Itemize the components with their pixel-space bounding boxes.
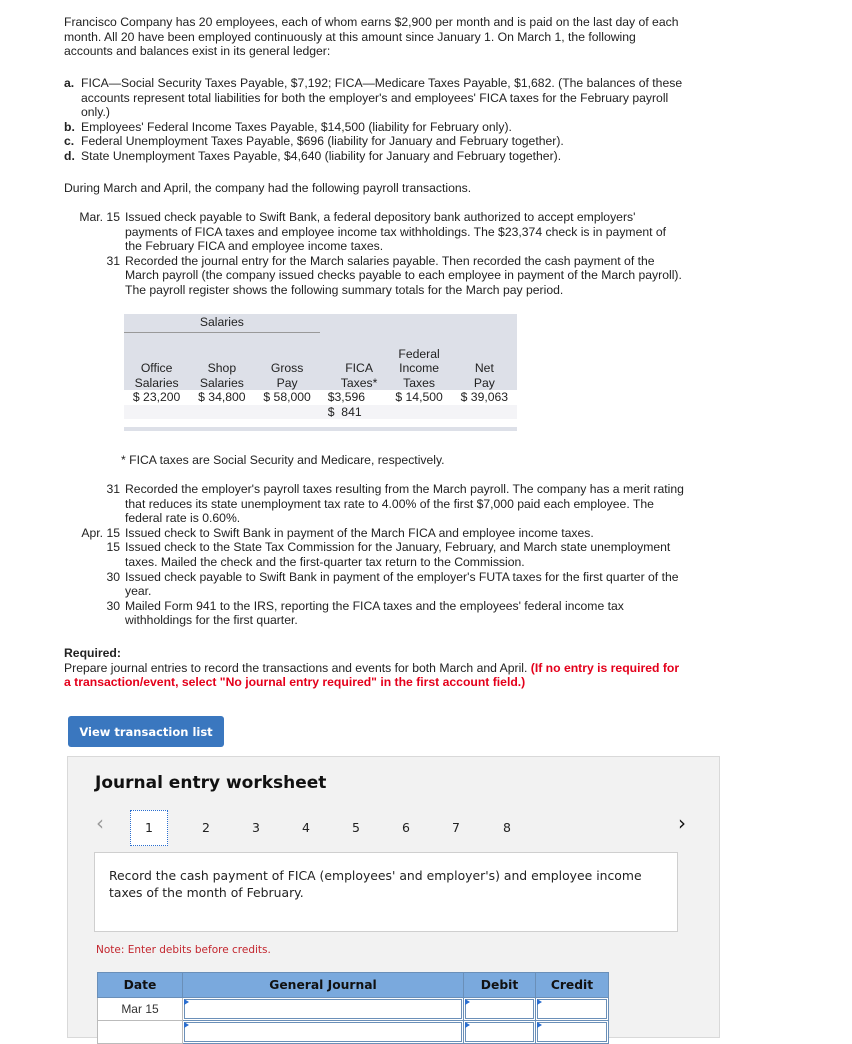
payroll-register-table: Salaries Office Salaries Shop Salaries Gro… [124, 314, 517, 431]
col-office-salaries: Office Salaries [124, 332, 190, 390]
worksheet-pager: ‹ 1 2 3 4 5 6 7 8 › [94, 810, 694, 846]
account-item: c. Federal Unemployment Taxes Payable, $6… [64, 134, 564, 149]
col-fica-taxes: FICA Taxes* [319, 332, 387, 390]
col-net-pay: Net Pay [451, 332, 517, 390]
page-tab-3[interactable]: 3 [237, 810, 275, 846]
page-tab-4[interactable]: 4 [287, 810, 325, 846]
page-tab-5[interactable]: 5 [337, 810, 375, 846]
salaries-group-header: Salaries [124, 314, 320, 333]
general-journal-table: Date General Journal Debit Credit Mar 15 [97, 972, 609, 1044]
account-item: a. FICA—Social Security Taxes Payable, $7… [64, 76, 683, 120]
account-item: b. Employees' Federal Income Taxes Payabl… [64, 119, 512, 134]
transaction-item: 31 Recorded the employer's payroll taxes … [106, 482, 684, 526]
problem-intro: Francisco Company has 20 employees, each… [64, 15, 679, 59]
required-instructions: Prepare journal entries to record the tr… [64, 660, 680, 690]
chevron-left-icon[interactable]: ‹ [96, 813, 104, 832]
account-input[interactable] [182, 997, 464, 1021]
transaction-item: 31 Recorded the journal entry for the Mar… [106, 253, 682, 297]
required-label: Required: [64, 646, 121, 660]
accounts-list: a. FICA—Social Security Taxes Payable, $7… [64, 76, 684, 164]
transaction-item: Mar. 15 Issued check payable to Swift Ban… [79, 210, 667, 254]
payroll-row: $ 841 [124, 404, 517, 419]
col-federal-income-taxes: Federal Income Taxes [386, 332, 452, 390]
credit-input[interactable] [535, 997, 609, 1021]
transactions-intro: During March and April, the company had … [64, 181, 472, 195]
transaction-description: Record the cash payment of FICA (employe… [94, 852, 678, 932]
transactions-list-b: 31 Recorded the employer's payroll taxes … [64, 482, 684, 628]
payroll-header-row: Office Salaries Shop Salaries Gross Pay FIC… [124, 332, 517, 390]
debit-input[interactable] [463, 997, 536, 1021]
transaction-item: Apr. 15 Issued check to Swift Bank in pay… [81, 525, 594, 540]
col-credit: Credit [535, 972, 609, 998]
required-section: Required: Prepare journal entries to rec… [64, 646, 684, 690]
transaction-item: 30 Issued check payable to Swift Bank in … [106, 569, 679, 599]
chevron-right-icon[interactable]: › [678, 813, 686, 832]
page-tab-1[interactable]: 1 [130, 810, 168, 846]
transaction-item: 30 Mailed Form 941 to the IRS, reporting … [106, 598, 624, 628]
col-general-journal: General Journal [182, 972, 464, 998]
page-tab-8[interactable]: 8 [488, 810, 526, 846]
worksheet-title: Journal entry worksheet [95, 773, 327, 793]
payroll-row: $ 23,200 $ 34,800 $ 58,000 $3,596 $ 14,5… [124, 390, 517, 405]
view-transaction-list-button[interactable]: View transaction list [68, 716, 224, 747]
page-tab-2[interactable]: 2 [187, 810, 225, 846]
fica-footnote: * FICA taxes are Social Security and Med… [121, 453, 445, 467]
journal-row: Mar 15 [97, 997, 609, 1021]
col-shop-salaries: Shop Salaries [189, 332, 255, 390]
col-date: Date [97, 972, 183, 998]
transactions-list-a: Mar. 15 Issued check payable to Swift Ban… [64, 210, 684, 298]
col-gross-pay: Gross Pay [254, 332, 320, 390]
page-tab-7[interactable]: 7 [437, 810, 475, 846]
account-item: d. State Unemployment Taxes Payable, $4,6… [64, 148, 562, 163]
col-debit: Debit [463, 972, 536, 998]
journal-date: Mar 15 [97, 997, 183, 1021]
debits-credits-note: Note: Enter debits before credits. [96, 944, 271, 956]
transaction-item: 15 Issued check to the State Tax Commissi… [106, 540, 671, 569]
page-tab-6[interactable]: 6 [387, 810, 425, 846]
